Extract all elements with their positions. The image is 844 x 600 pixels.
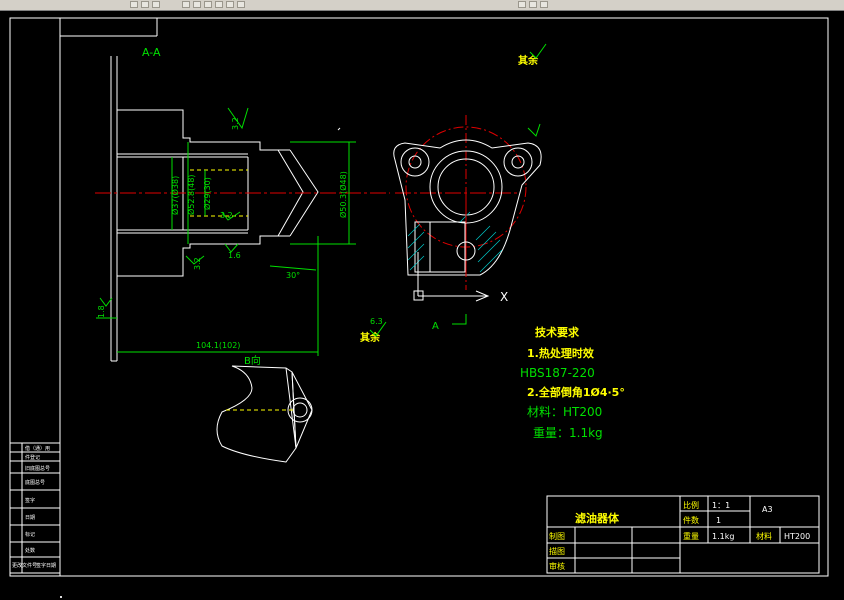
toolbar-button[interactable] [193, 1, 201, 8]
left-table-cell: 标记 [25, 531, 35, 538]
dimension-lines [96, 107, 356, 356]
check-label: 审核 [549, 561, 565, 571]
roughness-6-3: 6.3 [370, 317, 383, 326]
left-table-cell: 底图总号 [25, 479, 45, 486]
left-table-cell: 日期 [25, 515, 35, 521]
tech-req-line4: 材料：HT200 [527, 405, 602, 419]
material-value: HT200 [784, 532, 810, 541]
scale-label: 比例 [683, 500, 699, 510]
ucs-x-label: X [500, 290, 508, 304]
dim-d29: Ø29(30) [202, 177, 212, 210]
view-arrow-top [527, 123, 541, 137]
outer-frame [9, 17, 829, 577]
scale-value: 1：1 [712, 501, 730, 510]
toolbar-button[interactable] [237, 1, 245, 8]
roughness-symbols [369, 43, 547, 337]
left-table-cell: 旧底图总号 [25, 465, 50, 472]
roughness-other-label-top: 其余 [518, 54, 539, 67]
dim-angle: 30° [286, 271, 300, 280]
toolbar-button[interactable] [226, 1, 234, 8]
left-table-cell: 签字 [25, 497, 35, 504]
toolbar-group-left [130, 0, 160, 9]
status-strip [0, 594, 844, 600]
material-label: 材料 [756, 531, 772, 541]
weight-value: 1.1kg [712, 532, 734, 541]
section-a-a-label: A-A [142, 46, 161, 59]
end-view [393, 115, 542, 276]
view-b-label: B向 [244, 354, 261, 367]
roughness-3-2-bore: 3.2 [220, 211, 233, 220]
left-table-cell: 借（通）用 [25, 445, 50, 452]
design-label: 描图 [549, 546, 565, 556]
left-table-cell: 签字日期 [36, 562, 56, 569]
part-name: 滤油器体 [575, 511, 620, 525]
toolbar-button[interactable] [204, 1, 212, 8]
tech-req-line1: 1.热处理时效 [527, 346, 595, 360]
section-a-a-view [110, 56, 319, 362]
sheet-size: A3 [762, 505, 773, 514]
ucs-icon[interactable] [413, 252, 490, 302]
roughness-1-8: 1.8 [97, 305, 106, 318]
view-a-label: A [432, 321, 439, 332]
dim-d50: Ø50.3(Ø48) [338, 171, 348, 218]
dim-d52: Ø52.8(48) [186, 174, 196, 215]
left-table-cell: 更改文件号 [12, 562, 37, 569]
left-table-cell: 处数 [25, 547, 35, 554]
toolbar-button[interactable] [518, 1, 526, 8]
tech-req-line5: 重量：1.1kg [533, 426, 603, 440]
b-view [216, 365, 313, 463]
roughness-3-2-top: 3.2 [231, 117, 240, 130]
roughness-3-2-low: 3.2 [193, 257, 202, 270]
tech-req-line2: HBS187-220 [520, 366, 595, 380]
inner-frame [59, 17, 829, 577]
dim-d37: Ø37(Ø38) [170, 176, 180, 215]
roughness-1-6: 1.6 [228, 251, 241, 260]
toolbar-button[interactable] [540, 1, 548, 8]
cursor-mark [337, 127, 341, 131]
view-a-arrow [452, 314, 467, 325]
toolbar-button[interactable] [141, 1, 149, 8]
app-toolbar [0, 0, 844, 11]
drawn-label: 制图 [549, 531, 565, 541]
status-tick [60, 596, 62, 598]
qty-value: 1 [716, 516, 721, 525]
toolbar-button[interactable] [182, 1, 190, 8]
toolbar-group-mid [182, 0, 245, 9]
tech-req-title: 技术要求 [535, 325, 580, 339]
tech-req-line3: 2.全部倒角1Ø4·5° [527, 385, 625, 399]
toolbar-button[interactable] [130, 1, 138, 8]
dim-length: 104.1(102) [196, 341, 240, 350]
left-table-cell: 件登记 [25, 454, 40, 461]
toolbar-button[interactable] [152, 1, 160, 8]
toolbar-button[interactable] [529, 1, 537, 8]
weight-label: 重量 [683, 531, 699, 541]
toolbar-group-right [518, 0, 548, 9]
cad-drawing-canvas[interactable]: 借（通）用 件登记 旧底图总号 底图总号 签字 日期 标记 处数 更改文件号 签… [0, 11, 844, 594]
qty-label: 件数 [683, 515, 699, 525]
toolbar-button[interactable] [215, 1, 223, 8]
